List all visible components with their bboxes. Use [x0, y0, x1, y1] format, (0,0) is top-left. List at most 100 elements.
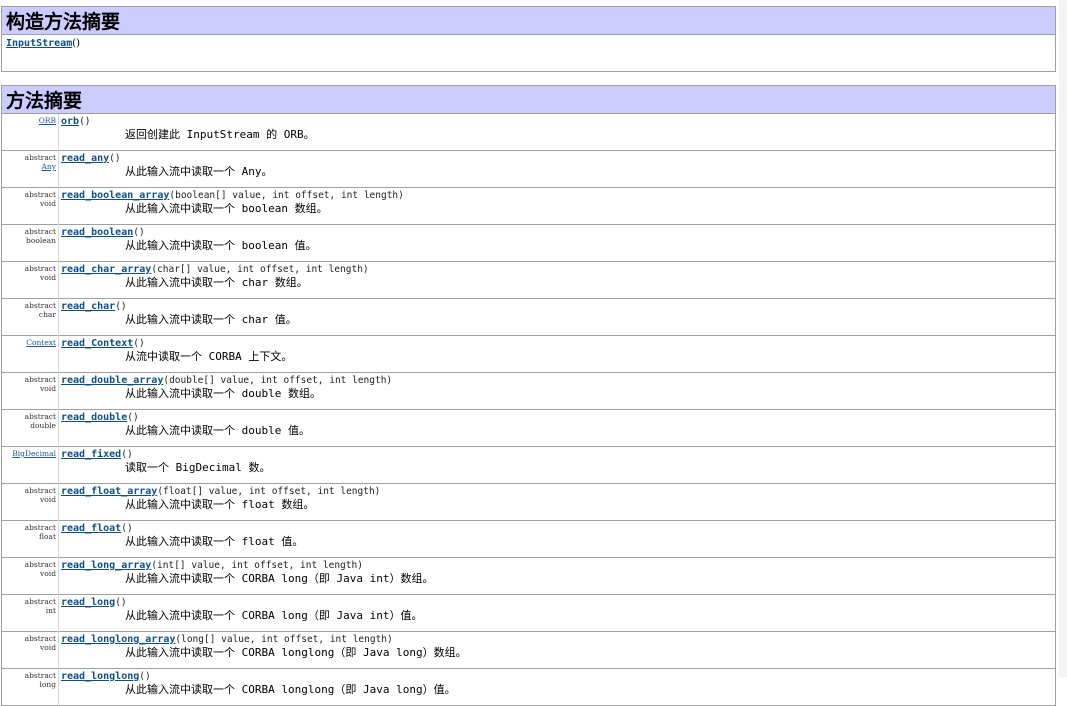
method-name-link[interactable]: read_any	[61, 153, 109, 164]
method-detail-cell: read_boolean_array(boolean[] value, int …	[58, 187, 1056, 225]
method-signature: read_any()	[61, 153, 1053, 165]
method-signature: orb()	[61, 116, 1053, 128]
method-detail-cell: read_float() 从此输入流中读取一个 float 值。	[58, 520, 1056, 558]
method-description: 返回创建此 InputStream 的 ORB。	[125, 128, 315, 141]
method-modifier: abstract	[24, 671, 56, 680]
method-description: 从此输入流中读取一个 CORBA longlong（即 Java long）值。	[125, 683, 456, 696]
method-detail-cell: read_double_array(double[] value, int of…	[58, 372, 1056, 410]
method-name-link[interactable]: read_double	[61, 412, 127, 423]
method-params: ()	[133, 227, 145, 238]
method-name-link[interactable]: read_boolean_array	[61, 190, 169, 201]
method-return-type: long	[39, 680, 56, 689]
method-name-link[interactable]: read_long_array	[61, 560, 151, 571]
scrollbar[interactable]	[1059, 0, 1067, 677]
method-return-type: void	[40, 273, 56, 282]
method-params: ()	[121, 523, 133, 534]
method-return-type-link[interactable]: Context	[2, 338, 56, 347]
method-summary-table: 方法摘要 ORB orb() 返回创建此 InputStream 的 ORB。 …	[1, 85, 1056, 706]
method-params: (char[] value, int offset, int length)	[151, 264, 369, 275]
method-signature: read_boolean()	[61, 227, 1053, 239]
method-modifier-type-cell: BigDecimal	[1, 446, 59, 484]
method-description: 从此输入流中读取一个 char 数组。	[125, 276, 308, 289]
method-detail-cell: read_char() 从此输入流中读取一个 char 值。	[58, 298, 1056, 336]
method-row: abstract float read_float() 从此输入流中读取一个 f…	[1, 520, 1056, 558]
constructor-summary-table: 构造方法摘要 InputStream()	[1, 6, 1056, 72]
method-row: abstract void read_char_array(char[] val…	[1, 261, 1056, 299]
method-row: ORB orb() 返回创建此 InputStream 的 ORB。	[1, 113, 1056, 151]
method-modifier-type-cell: abstract double	[1, 409, 59, 447]
method-params: (long[] value, int offset, int length)	[175, 634, 393, 645]
method-name-link[interactable]: read_Context	[61, 338, 133, 349]
method-description: 从此输入流中读取一个 CORBA longlong（即 Java long）数组…	[125, 646, 467, 659]
method-return-type: int	[45, 606, 56, 615]
method-summary-heading: 方法摘要	[1, 85, 1056, 114]
method-row: BigDecimal read_fixed() 读取一个 BigDecimal …	[1, 446, 1056, 484]
method-modifier: abstract	[24, 486, 56, 495]
method-name-link[interactable]: orb	[61, 116, 79, 127]
method-name-link[interactable]: read_long	[61, 597, 115, 608]
method-params: (double[] value, int offset, int length)	[163, 375, 393, 386]
method-row: abstract Any read_any() 从此输入流中读取一个 Any。	[1, 150, 1056, 188]
method-description: 从此输入流中读取一个 float 值。	[125, 535, 304, 548]
method-params: ()	[127, 412, 139, 423]
method-description: 从此输入流中读取一个 double 数组。	[125, 387, 321, 400]
method-detail-cell: read_longlong_array(long[] value, int of…	[58, 631, 1056, 669]
method-modifier: abstract	[24, 190, 56, 199]
method-params: (boolean[] value, int offset, int length…	[169, 190, 404, 201]
method-modifier-type-cell: abstract void	[1, 372, 59, 410]
method-signature: read_long_array(int[] value, int offset,…	[61, 560, 1053, 572]
method-detail-cell: read_float_array(float[] value, int offs…	[58, 483, 1056, 521]
method-return-type: char	[38, 310, 56, 319]
method-params: (int[] value, int offset, int length)	[151, 560, 363, 571]
method-return-type-link[interactable]: Any	[2, 162, 56, 171]
method-name-link[interactable]: read_double_array	[61, 375, 163, 386]
method-modifier-type-cell: abstract char	[1, 298, 59, 336]
method-return-type-link[interactable]: BigDecimal	[2, 449, 56, 458]
method-modifier-type-cell: abstract void	[1, 631, 59, 669]
method-modifier-type-cell: ORB	[1, 113, 59, 151]
method-return-type: void	[40, 569, 56, 578]
method-detail-cell: read_long() 从此输入流中读取一个 CORBA long（即 Java…	[58, 594, 1056, 632]
method-description: 从此输入流中读取一个 boolean 数组。	[125, 202, 328, 215]
method-return-type: void	[40, 199, 56, 208]
method-signature: read_double_array(double[] value, int of…	[61, 375, 1053, 387]
method-name-link[interactable]: read_float	[61, 523, 121, 534]
method-name-link[interactable]: read_char_array	[61, 264, 151, 275]
method-detail-cell: read_fixed() 读取一个 BigDecimal 数。	[58, 446, 1056, 484]
method-modifier-type-cell: abstract int	[1, 594, 59, 632]
method-name-link[interactable]: read_longlong_array	[61, 634, 175, 645]
method-return-type: void	[40, 384, 56, 393]
method-params: ()	[79, 116, 91, 127]
method-detail-cell: read_any() 从此输入流中读取一个 Any。	[58, 150, 1056, 188]
method-row: abstract long read_longlong() 从此输入流中读取一个…	[1, 668, 1056, 706]
method-name-link[interactable]: read_fixed	[61, 449, 121, 460]
method-modifier-type-cell: abstract void	[1, 483, 59, 521]
method-signature: read_double()	[61, 412, 1053, 424]
method-description: 从此输入流中读取一个 boolean 值。	[125, 239, 317, 252]
method-modifier-type-cell: Context	[1, 335, 59, 373]
method-signature: read_char()	[61, 301, 1053, 313]
method-params: ()	[109, 153, 121, 164]
method-return-type: double	[30, 421, 56, 430]
method-modifier: abstract	[24, 227, 56, 236]
method-params: ()	[121, 449, 133, 460]
method-name-link[interactable]: read_boolean	[61, 227, 133, 238]
method-return-type-link[interactable]: ORB	[2, 116, 56, 125]
method-row: abstract double read_double() 从此输入流中读取一个…	[1, 409, 1056, 447]
method-signature: read_longlong_array(long[] value, int of…	[61, 634, 1053, 646]
constructor-link[interactable]: InputStream	[6, 38, 72, 49]
method-return-type: float	[38, 532, 56, 541]
method-params: (float[] value, int offset, int length)	[157, 486, 381, 497]
method-return-type: boolean	[26, 236, 56, 245]
method-name-link[interactable]: read_char	[61, 301, 115, 312]
method-row: Context read_Context() 从流中读取一个 CORBA 上下文…	[1, 335, 1056, 373]
method-row: abstract void read_longlong_array(long[]…	[1, 631, 1056, 669]
method-modifier-type-cell: abstract long	[1, 668, 59, 706]
method-row: abstract boolean read_boolean() 从此输入流中读取…	[1, 224, 1056, 262]
method-modifier: abstract	[24, 523, 56, 532]
method-row: abstract void read_boolean_array(boolean…	[1, 187, 1056, 225]
method-modifier: abstract	[24, 264, 56, 273]
method-modifier: abstract	[24, 153, 56, 162]
method-params: ()	[115, 301, 127, 312]
method-name-link[interactable]: read_float_array	[61, 486, 157, 497]
